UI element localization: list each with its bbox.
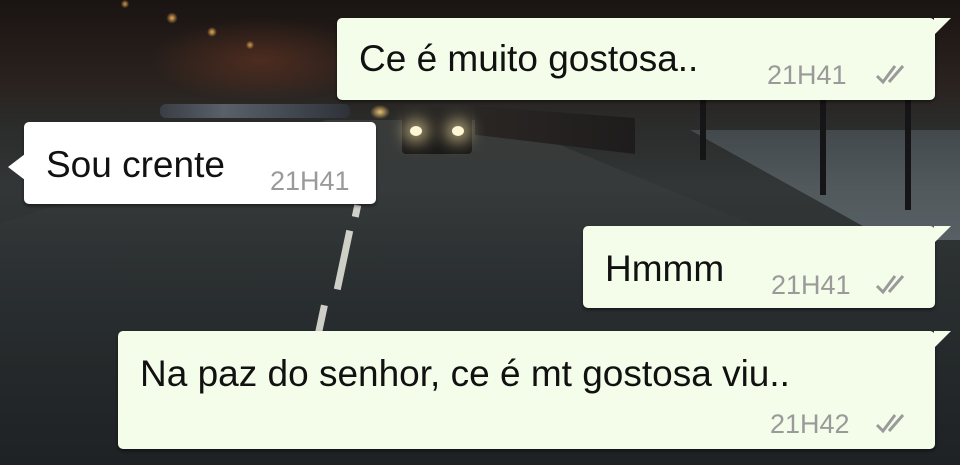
message-text: Sou crente	[46, 144, 225, 185]
message-bubble-sent[interactable]: Ce é muito gostosa.. 21H41	[337, 18, 951, 100]
wallpaper-pole	[905, 100, 911, 210]
message-bubble-sent[interactable]: Na paz do senhor, ce é mt gostosa viu.. …	[118, 331, 951, 449]
message-time: 21H41	[771, 270, 851, 300]
wallpaper-pole	[820, 95, 826, 195]
double-check-icon	[875, 275, 905, 295]
double-check-icon	[875, 414, 905, 434]
message-text: Na paz do senhor, ce é mt gostosa viu..	[140, 353, 790, 394]
message-time: 21H42	[770, 409, 850, 439]
message-bubble-received[interactable]: Sou crente 21H41	[8, 122, 376, 204]
message-time: 21H41	[767, 60, 847, 90]
message-time: 21H41	[270, 166, 350, 196]
message-bubble-sent[interactable]: Hmmm 21H41	[583, 226, 951, 308]
message-text: Hmmm	[605, 248, 725, 289]
wallpaper-car	[402, 104, 472, 154]
message-text: Ce é muito gostosa..	[359, 38, 699, 79]
wallpaper-pole	[700, 100, 706, 160]
double-check-icon	[875, 65, 905, 85]
wallpaper-parked-cars-left	[160, 104, 350, 118]
